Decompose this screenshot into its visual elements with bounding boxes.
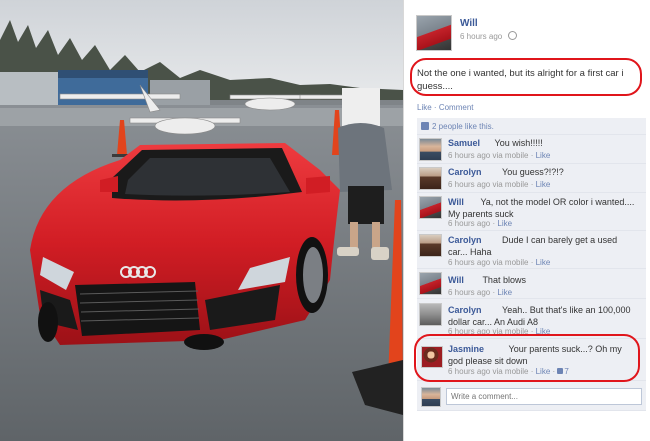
comment-body: Samuel You wish!!!!! <box>448 137 638 149</box>
comment-meta: 6 hours ago via mobile · Like <box>448 151 551 160</box>
thumbs-up-icon <box>421 122 429 130</box>
privacy-icon[interactable] <box>507 31 517 40</box>
comment-link[interactable]: Comment <box>439 103 474 112</box>
comment-body: Carolyn Dude I can barely get a used car… <box>448 234 638 258</box>
like-link[interactable]: Like <box>417 103 432 112</box>
commenter-avatar[interactable] <box>419 272 442 295</box>
commenter-avatar[interactable] <box>419 234 442 257</box>
commenter-name[interactable]: Carolyn <box>448 235 482 245</box>
comment-text: You guess?!?!? <box>502 167 564 177</box>
comment-meta: 6 hours ago · Like <box>448 219 513 228</box>
comment-like-link[interactable]: Like <box>536 180 551 189</box>
commenter-avatar[interactable] <box>421 346 443 368</box>
likes-summary[interactable]: 2 people like this. <box>421 122 494 131</box>
comment-body: Jasmine Your parents suck...? Oh my god … <box>448 343 634 367</box>
comment-body: Carolyn Yeah.. But that's like an 100,00… <box>448 304 638 328</box>
commenter-name[interactable]: Carolyn <box>448 305 482 315</box>
comment-meta: 6 hours ago · Like <box>448 288 513 297</box>
comment-like-link[interactable]: Like <box>536 367 551 376</box>
author-avatar[interactable] <box>416 15 452 51</box>
commenter-avatar[interactable] <box>419 138 442 161</box>
comment-like-link[interactable]: Like <box>497 288 512 297</box>
comment-like-link[interactable]: Like <box>536 151 551 160</box>
commenter-avatar[interactable] <box>419 196 442 219</box>
comment-meta: 6 hours ago via mobile · Like <box>448 258 551 267</box>
comment-input[interactable] <box>446 388 642 405</box>
thumbs-up-icon <box>557 368 564 374</box>
commenter-avatar[interactable] <box>419 167 442 190</box>
comment-like-link[interactable]: Like <box>536 258 551 267</box>
comment-meta: 6 hours ago via mobile · Like <box>448 180 551 189</box>
author-name[interactable]: Will <box>460 18 478 29</box>
post-timestamp[interactable]: 6 hours ago <box>460 31 517 41</box>
comment-text: You wish!!!!! <box>494 138 543 148</box>
commenter-avatar[interactable] <box>419 303 442 326</box>
commenter-name[interactable]: Carolyn <box>448 167 482 177</box>
commenter-name[interactable]: Samuel <box>448 138 480 148</box>
post-caption: Not the one i wanted, but its alright fo… <box>417 68 624 92</box>
comment-like-link[interactable]: Like <box>497 219 512 228</box>
commenter-name[interactable]: Will <box>448 197 464 207</box>
like-comment-links: Like · Comment <box>417 103 474 112</box>
post-photo[interactable] <box>0 0 403 441</box>
comment-body: Will Ya, not the model OR color i wanted… <box>448 196 638 220</box>
viewer-avatar <box>421 387 441 407</box>
comment-body: Carolyn You guess?!?!? <box>448 166 638 178</box>
comment-likes-count[interactable]: 7 <box>557 367 569 376</box>
comment-body: Will That blows <box>448 274 638 286</box>
comment-like-link[interactable]: Like <box>536 327 551 336</box>
comment-text: That blows <box>482 275 526 285</box>
comment-meta: 6 hours ago via mobile · Like <box>448 327 551 336</box>
commenter-name[interactable]: Will <box>448 275 464 285</box>
comment-text: Ya, not the model OR color i wanted.... … <box>448 197 635 219</box>
commenter-name[interactable]: Jasmine <box>448 344 484 354</box>
comment-meta: 6 hours ago via mobile · Like · 7 <box>448 367 569 376</box>
